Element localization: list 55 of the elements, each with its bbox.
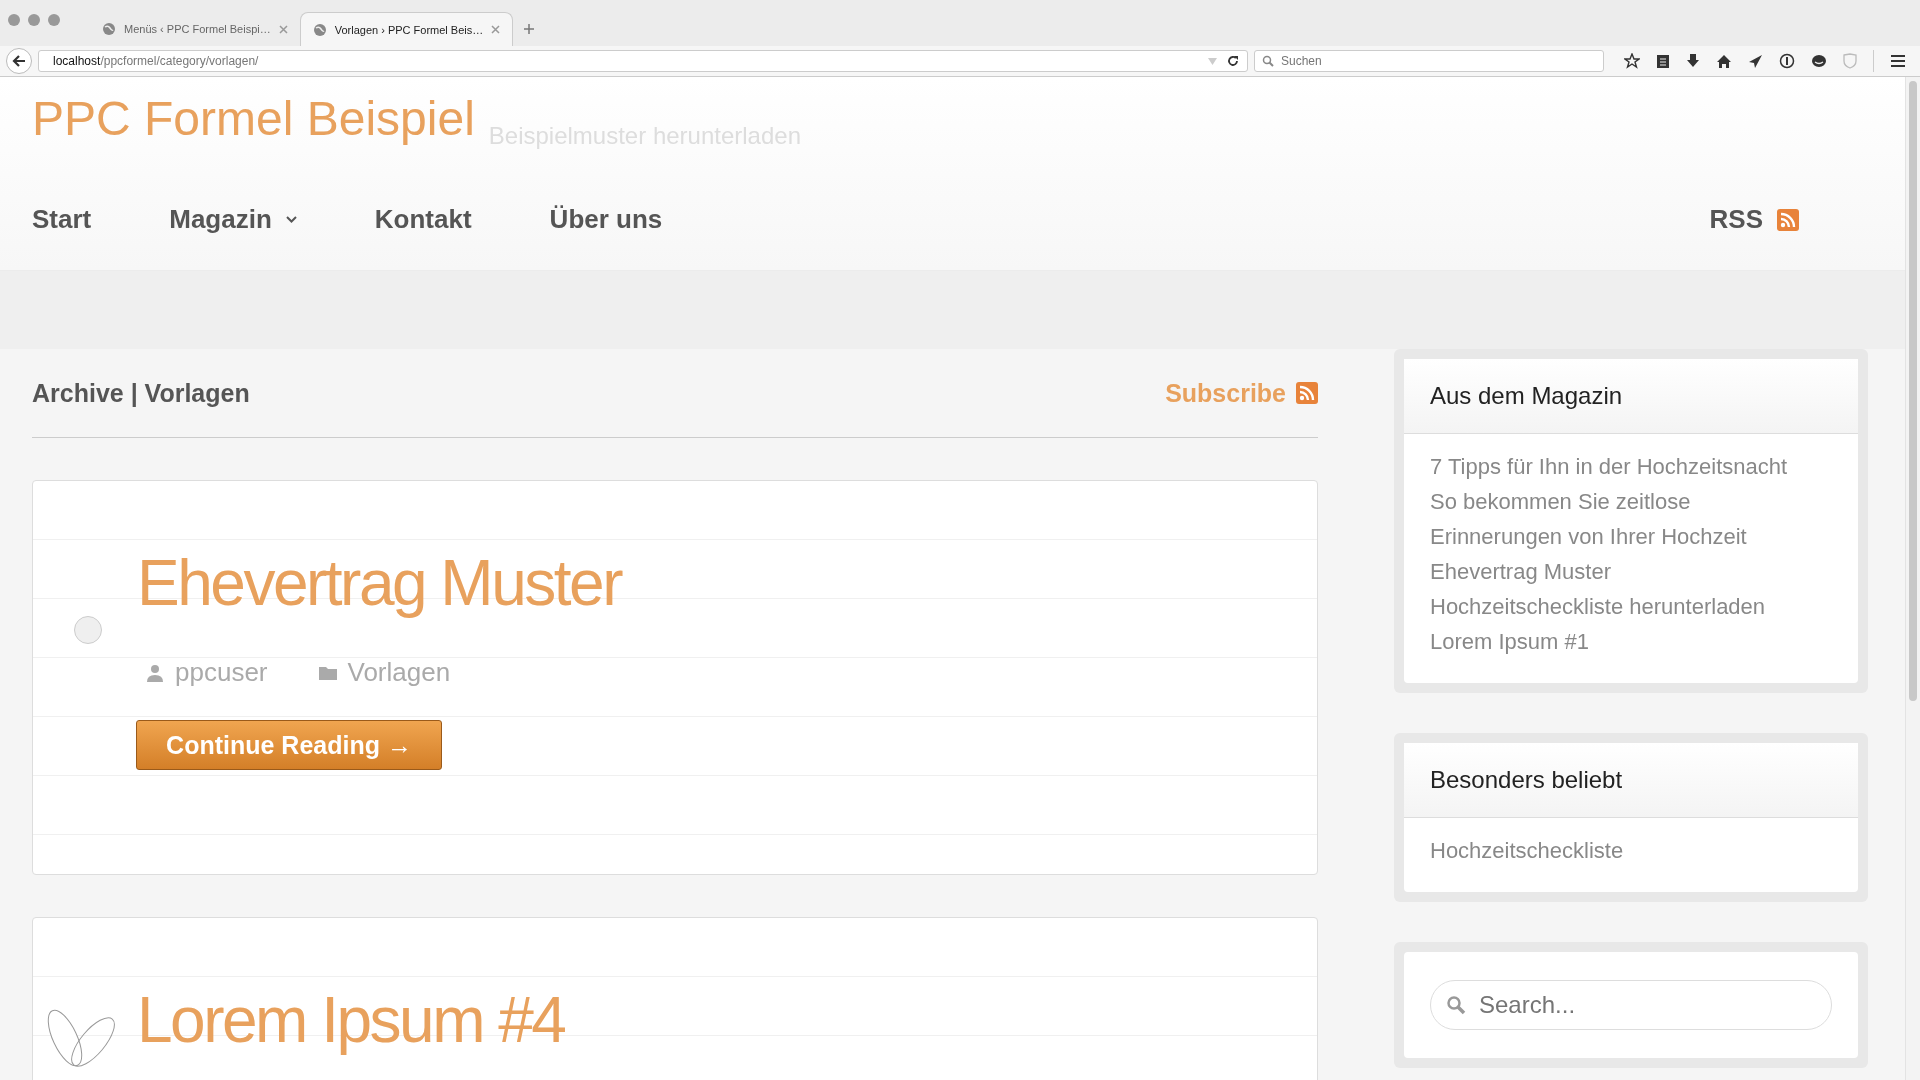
close-icon[interactable] bbox=[278, 24, 288, 34]
new-tab-icon[interactable] bbox=[523, 23, 536, 35]
widget-link[interactable]: Hochzeitscheckliste bbox=[1430, 838, 1832, 864]
widget-link[interactable]: Ehevertrag Muster bbox=[1430, 559, 1832, 585]
widget-link[interactable]: Erinnerungen von Ihrer Hochzeit bbox=[1430, 524, 1832, 550]
window-zoom-button[interactable] bbox=[48, 14, 60, 26]
search-field[interactable]: Suchen bbox=[1254, 50, 1604, 72]
paper-plane-icon[interactable] bbox=[1748, 53, 1763, 69]
back-button[interactable] bbox=[6, 48, 32, 74]
globe-icon bbox=[312, 22, 327, 37]
browser-tab[interactable]: Vorlagen › PPC Formel Beis… bbox=[299, 12, 514, 46]
browser-tab[interactable]: Menüs ‹ PPC Formel Beispi… bbox=[90, 12, 300, 46]
archive-heading: Archive | Vorlagen bbox=[32, 378, 250, 408]
circle-icon bbox=[73, 615, 103, 645]
menu-icon[interactable] bbox=[1890, 54, 1906, 68]
scrollbar-thumb[interactable] bbox=[1909, 81, 1917, 701]
nav-link[interactable]: Magazin bbox=[169, 204, 297, 235]
post-author[interactable]: ppcuser bbox=[175, 657, 268, 688]
continue-reading-button[interactable]: Continue Reading → bbox=[136, 720, 442, 770]
nav-link[interactable]: Über uns bbox=[549, 204, 663, 235]
chat-bubble-icon[interactable] bbox=[1811, 53, 1827, 69]
post-category[interactable]: Vorlagen bbox=[347, 657, 451, 688]
shield-icon[interactable] bbox=[1843, 53, 1857, 69]
person-icon bbox=[145, 662, 165, 683]
scrollbar[interactable] bbox=[1905, 77, 1920, 1080]
site-title[interactable]: PPC Formel Beispiel bbox=[32, 91, 475, 146]
download-icon[interactable] bbox=[1686, 53, 1700, 69]
widget-link[interactable]: Lorem Ipsum #1 bbox=[1430, 629, 1832, 655]
search-icon bbox=[1446, 995, 1466, 1015]
close-icon[interactable] bbox=[491, 25, 501, 34]
reload-icon[interactable] bbox=[1227, 55, 1239, 67]
subscribe-link[interactable]: Subscribe bbox=[1165, 378, 1286, 408]
widget-link[interactable]: 7 Tipps für Ihn in der Hochzeitsnacht bbox=[1430, 454, 1832, 480]
clipboard-icon[interactable] bbox=[1656, 53, 1670, 69]
address-bar[interactable]: localhost/ppcformel/category/vorlagen/ bbox=[38, 50, 1248, 72]
info-circle-icon[interactable] bbox=[1779, 53, 1795, 69]
rss-icon[interactable] bbox=[1296, 382, 1318, 404]
widget-link[interactable]: Hochzeitscheckliste herunterladen bbox=[1430, 594, 1832, 620]
window-minimize-button[interactable] bbox=[28, 14, 40, 26]
rss-icon[interactable] bbox=[1777, 208, 1799, 231]
back-arrow-icon bbox=[12, 54, 26, 68]
globe-icon bbox=[102, 22, 116, 36]
search-icon bbox=[1262, 55, 1274, 67]
star-icon[interactable] bbox=[1624, 53, 1640, 69]
nav-link[interactable]: Kontakt bbox=[374, 204, 472, 235]
folder-icon bbox=[317, 664, 338, 681]
widget-title: Aus dem Magazin bbox=[1430, 382, 1623, 410]
widget-link[interactable]: So bekommen Sie zeitlose bbox=[1430, 489, 1832, 515]
home-icon[interactable] bbox=[1716, 53, 1732, 69]
window-close-button[interactable] bbox=[8, 14, 20, 26]
chevron-down-icon bbox=[285, 216, 297, 223]
search-field[interactable]: Search... bbox=[1430, 980, 1832, 1030]
nav-link[interactable]: Start bbox=[32, 204, 92, 235]
widget-title: Besonders beliebt bbox=[1430, 766, 1623, 794]
rss-link[interactable]: RSS bbox=[1709, 204, 1763, 235]
